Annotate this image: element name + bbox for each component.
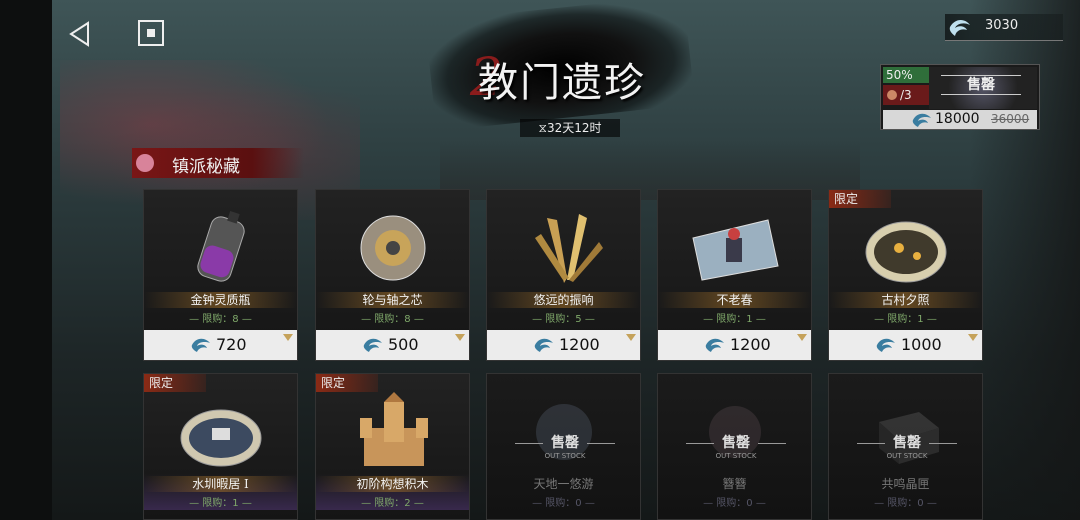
corner-triangle-icon xyxy=(455,334,465,341)
shop-item-sold-out[interactable]: 售罄 OUT STOCK 共鸣晶匣 — 限购：0 — xyxy=(828,373,983,520)
sold-out-label: 售罄 xyxy=(941,75,1021,95)
shop-item[interactable]: 轮与轴之芯 — 限购：8 — 500 xyxy=(315,189,470,361)
crystal-gem-icon xyxy=(705,338,724,352)
gear-core-image xyxy=(360,215,426,281)
item-limit: — 限购：0 — xyxy=(703,498,766,509)
left-frame xyxy=(0,0,52,520)
event-banner: 2 教门遗珍 ⧖32天12时 xyxy=(424,0,696,143)
limited-tag: 限定 xyxy=(829,190,891,208)
crystal-gem-icon xyxy=(912,113,931,127)
crystal-cluster-image xyxy=(535,214,603,283)
item-price: 1200 xyxy=(730,335,771,354)
shop-item[interactable]: 不老春 — 限购：1 — 1200 xyxy=(657,189,812,361)
divider-line xyxy=(515,443,543,444)
limited-tag: 限定 xyxy=(316,374,378,392)
sold-out-sublabel: OUT STOCK xyxy=(886,452,928,460)
back-triangle-icon xyxy=(69,21,89,47)
buy-button[interactable]: 1000 xyxy=(829,330,982,360)
item-limit: — 限购：0 — xyxy=(532,498,595,509)
divider-line xyxy=(587,443,615,444)
crystal-gem-icon xyxy=(363,338,382,352)
item-name: 金钟灵质瓶 xyxy=(144,292,297,308)
shop-item[interactable]: 限定 初阶构想积木 — 限购：2 — xyxy=(315,373,470,520)
item-name: 簪簪 xyxy=(722,477,747,491)
item-name: 天地一悠游 xyxy=(533,477,594,491)
stop-square-icon xyxy=(147,29,155,37)
sold-out-sublabel: OUT STOCK xyxy=(544,452,586,460)
house-diorama-image xyxy=(180,409,262,467)
shop-item[interactable]: 限定 古村夕照 — 限购：1 — 1000 xyxy=(828,189,983,361)
shop-item-sold-out[interactable]: 售罄 OUT STOCK 簪簪 — 限购：0 — xyxy=(657,373,812,520)
corner-triangle-icon xyxy=(968,334,978,341)
section-title: 镇派秘藏 xyxy=(172,157,240,177)
promo-price-old: 36000 xyxy=(991,112,1030,126)
item-limit: — 限购：1 — xyxy=(703,314,766,325)
page-title: 教门遗珍 xyxy=(478,60,646,106)
crystal-gem-icon xyxy=(534,338,553,352)
item-limit: — 限购：8 — xyxy=(189,314,252,325)
section-header: 镇派秘藏 xyxy=(132,148,304,178)
home-button[interactable] xyxy=(138,20,164,46)
promo-bundle[interactable]: 50% /3 售罄 18000 36000 xyxy=(880,64,1040,130)
divider-line xyxy=(929,443,957,444)
shop-item[interactable]: 金钟灵质瓶 — 限购：8 — 720 xyxy=(143,189,298,361)
currency-display[interactable]: 3030 xyxy=(945,14,1063,41)
crystal-gem-icon xyxy=(949,19,970,36)
purchase-count: /3 xyxy=(883,85,929,105)
discount-badge: 50% xyxy=(883,67,929,83)
sold-out-stamp: 售罄 OUT STOCK xyxy=(857,434,957,460)
back-button[interactable] xyxy=(66,20,94,48)
item-price: 720 xyxy=(216,335,247,354)
sold-out-stamp: 售罄 OUT STOCK xyxy=(686,434,786,460)
painting-scroll-image xyxy=(692,219,779,281)
divider-line xyxy=(686,443,714,444)
item-name: 悠远的振响 xyxy=(487,292,640,308)
village-diorama-image xyxy=(865,221,947,283)
item-name: 共鸣晶匣 xyxy=(881,477,930,491)
item-price: 1000 xyxy=(901,335,942,354)
potion-bottle-image xyxy=(197,210,245,282)
castle-blocks-image xyxy=(360,392,428,466)
shop-item[interactable]: 限定 水圳暇居 I — 限购：1 — xyxy=(143,373,298,520)
corner-triangle-icon xyxy=(797,334,807,341)
shop-item[interactable]: 悠远的振响 — 限购：5 — 1200 xyxy=(486,189,641,361)
item-limit: — 限购：5 — xyxy=(532,314,595,325)
item-limit: — 限购：1 — xyxy=(874,314,937,325)
coin-icon xyxy=(887,90,897,100)
sold-out-sublabel: OUT STOCK xyxy=(715,452,757,460)
divider-line xyxy=(857,443,885,444)
divider-line xyxy=(758,443,786,444)
plum-blossom-icon xyxy=(136,154,154,172)
shop-item-sold-out[interactable]: 售罄 OUT STOCK 天地一悠游 — 限购：0 — xyxy=(486,373,641,520)
item-price: 500 xyxy=(388,335,419,354)
item-name: 水圳暇居 I xyxy=(144,476,297,492)
item-limit: — 限购：8 — xyxy=(361,314,424,325)
promo-price: 18000 36000 xyxy=(883,110,1037,129)
buy-button[interactable]: 720 xyxy=(144,330,297,360)
item-name: 不老春 xyxy=(658,292,811,308)
item-name: 初阶构想积木 xyxy=(316,476,469,492)
sold-out-stamp: 售罄 OUT STOCK xyxy=(515,434,615,460)
item-limit: — 限购：2 — xyxy=(361,498,424,509)
crystal-gem-icon xyxy=(876,338,895,352)
purchase-count-text: /3 xyxy=(900,88,912,102)
promo-price-now: 18000 xyxy=(935,111,980,127)
event-timer: ⧖32天12时 xyxy=(520,119,620,137)
currency-amount: 3030 xyxy=(985,18,1019,33)
corner-triangle-icon xyxy=(626,334,636,341)
buy-button[interactable]: 500 xyxy=(316,330,469,360)
crystal-gem-icon xyxy=(191,338,210,352)
corner-triangle-icon xyxy=(283,334,293,341)
buy-button[interactable]: 1200 xyxy=(487,330,640,360)
item-name: 古村夕照 xyxy=(829,292,982,308)
item-limit: — 限购：0 — xyxy=(874,498,937,509)
item-price: 1200 xyxy=(559,335,600,354)
limited-tag: 限定 xyxy=(144,374,206,392)
item-name: 轮与轴之芯 xyxy=(316,292,469,308)
buy-button[interactable]: 1200 xyxy=(658,330,811,360)
item-limit: — 限购：1 — xyxy=(189,498,252,509)
